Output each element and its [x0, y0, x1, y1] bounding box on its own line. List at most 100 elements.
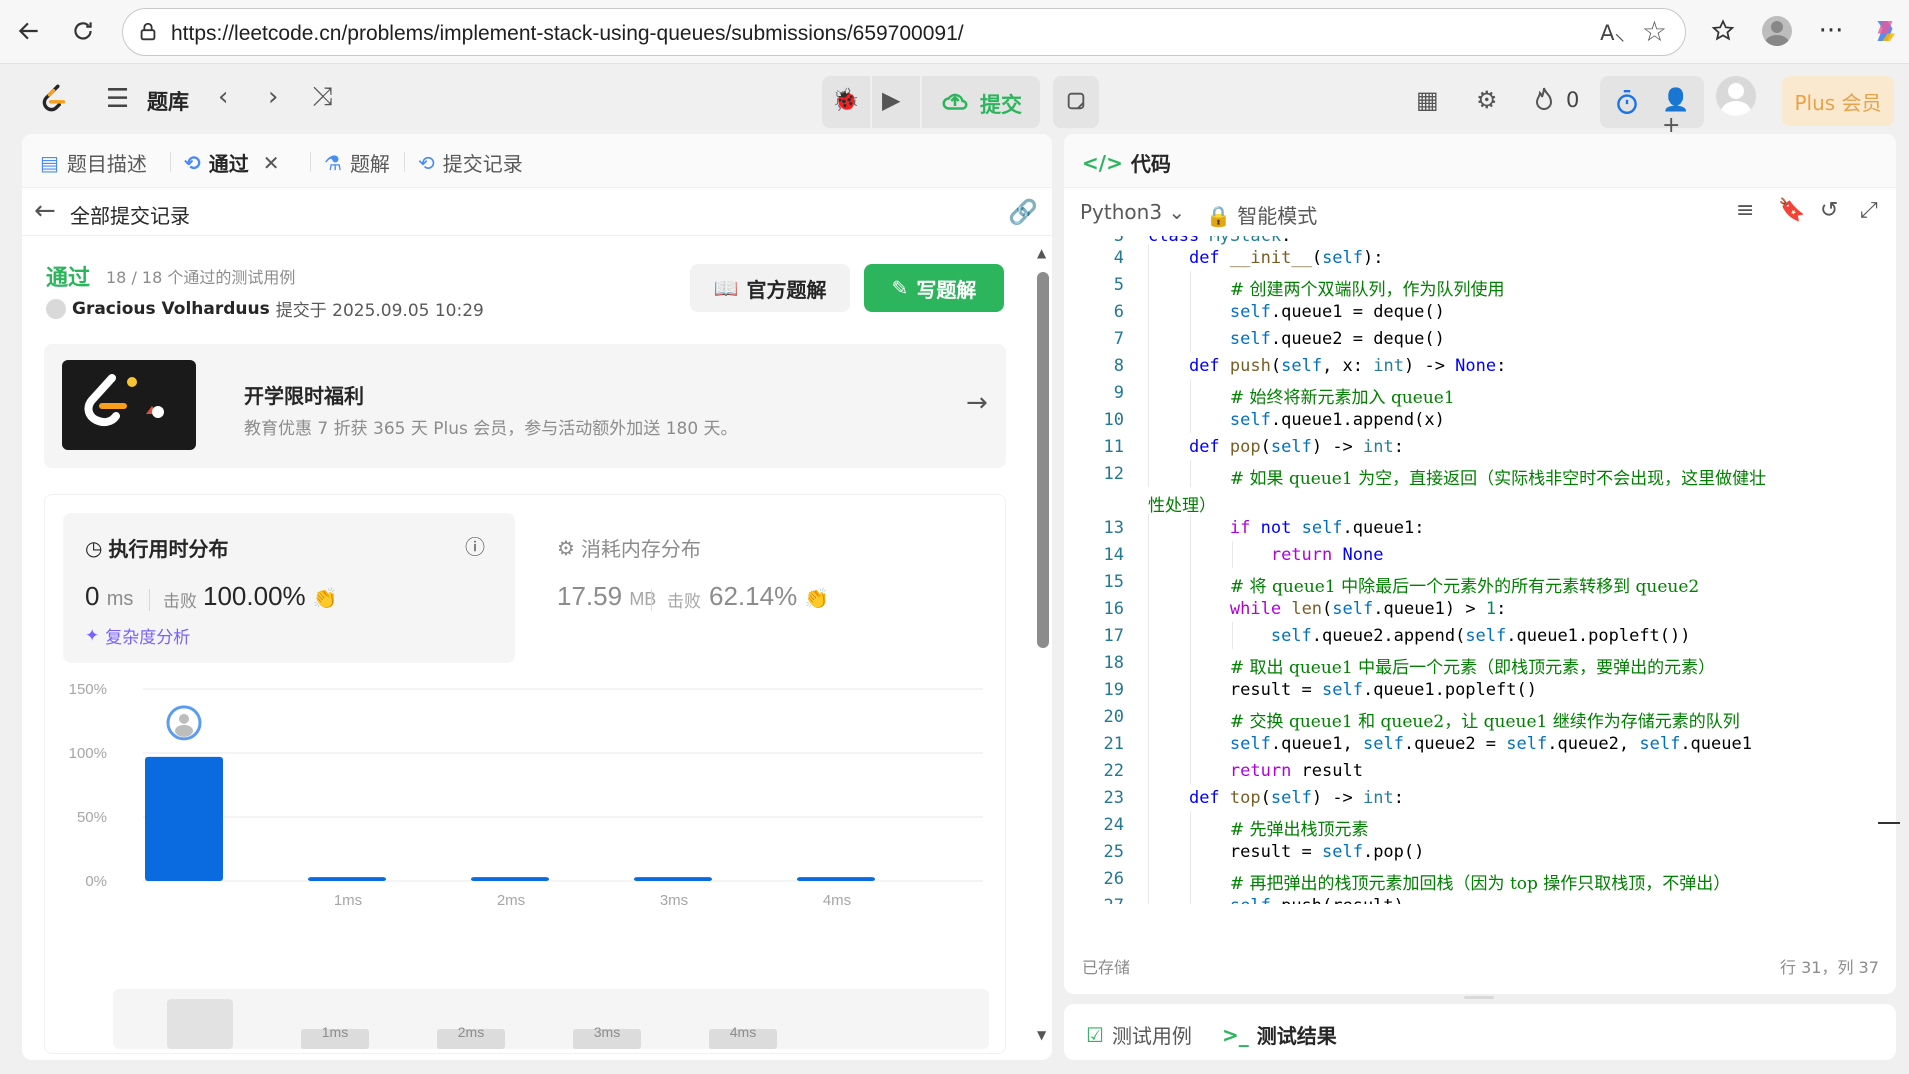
line-number: 5 — [1113, 275, 1124, 295]
bar[interactable] — [308, 877, 386, 881]
favorite-star-icon[interactable]: ☆ — [1642, 15, 1667, 48]
chart-range-selector[interactable]: 1ms 2ms 3ms 4ms — [113, 989, 989, 1049]
line-number: 25 — [1103, 842, 1124, 862]
promo-description: 教育优惠 7 折获 365 天 Plus 会员，参与活动额外加送 180 天。 — [244, 419, 738, 439]
tab-solutions[interactable]: ⚗ 题解 — [324, 148, 390, 177]
collections-icon[interactable] — [1706, 14, 1740, 48]
timer-icon[interactable] — [1614, 88, 1640, 120]
checkbox-icon: ☑ — [1086, 1022, 1104, 1047]
mini-tick-label: 1ms — [322, 1024, 348, 1040]
y-tick-label: 100% — [69, 745, 107, 762]
tab-submissions[interactable]: ⟲ 提交记录 — [418, 148, 523, 177]
avatar-body — [175, 724, 193, 737]
memory-percent: 62.14% 👏 — [709, 581, 830, 611]
prev-problem-icon[interactable]: ‹ — [218, 82, 228, 112]
all-submissions-link[interactable]: 全部提交记录 — [70, 200, 190, 229]
arrow-right-icon[interactable]: → — [966, 388, 988, 418]
book-icon: 📖 — [713, 276, 739, 300]
line-number: 27 — [1064, 896, 1124, 904]
refresh-icon[interactable] — [66, 14, 100, 48]
layout-icon[interactable]: ▦ — [1416, 86, 1439, 114]
line-number: 22 — [1103, 761, 1124, 781]
reset-icon[interactable]: ↺ — [1820, 198, 1838, 223]
lock-icon[interactable] — [137, 21, 159, 47]
add-friend-icon[interactable]: 👤+ — [1662, 88, 1704, 138]
chip-icon: ⚙ — [557, 535, 575, 560]
line-number: 23 — [1103, 788, 1124, 808]
line-number: 21 — [1103, 734, 1124, 754]
left-scrollbar[interactable]: ▲ ▼ — [1034, 246, 1052, 1046]
scroll-up-icon[interactable]: ▲ — [1037, 246, 1046, 260]
runtime-value: 0 ms — [85, 581, 134, 611]
line-number: 6 — [1113, 302, 1124, 322]
close-tab-icon[interactable]: ✕ — [263, 151, 280, 175]
more-icon[interactable]: ··· — [1814, 14, 1848, 48]
next-problem-icon[interactable]: › — [268, 82, 278, 112]
sparkle-icon: ✦ — [85, 625, 100, 646]
code-panel: </> 代码 Python3 ⌄ 🔒 智能模式 ≡ 🔖 ↺ ⤢ 3 class M… — [1064, 134, 1896, 994]
mini-tick-label: 4ms — [730, 1024, 756, 1040]
tab-description[interactable]: ▤ 题目描述 — [40, 148, 147, 177]
random-problem-icon[interactable]: ⤨ — [312, 82, 333, 113]
scroll-down-icon[interactable]: ▼ — [1037, 1028, 1046, 1042]
fullscreen-icon[interactable]: ⤢ — [1860, 198, 1878, 223]
format-icon[interactable]: ≡ — [1736, 198, 1754, 223]
line-number: 13 — [1103, 518, 1124, 538]
problem-list-title[interactable]: 题库 — [147, 86, 189, 116]
panel-resize-handle[interactable] — [1464, 996, 1494, 999]
bar[interactable] — [145, 756, 223, 881]
profile-icon[interactable] — [1760, 14, 1794, 48]
write-solution-button[interactable]: ✎ 写题解 — [864, 264, 1004, 312]
upload-icon[interactable] — [940, 86, 970, 120]
runtime-title: ◷ 执行用时分布 — [85, 535, 229, 562]
memory-value: 17.59 MB — [557, 581, 657, 611]
tab-testcase[interactable]: ☑ 测试用例 — [1086, 1020, 1192, 1049]
code-panel-header: </> 代码 — [1064, 134, 1896, 188]
problem-list-icon[interactable]: ☰ — [106, 84, 129, 114]
plus-member-button[interactable]: Plus 会员 — [1782, 76, 1894, 126]
official-solution-button[interactable]: 📖 官方题解 — [690, 264, 850, 312]
back-arrow-icon[interactable]: ← — [34, 196, 56, 226]
distribution-section: ◷ 执行用时分布 ⓘ 0 ms 击败 100.00% 👏 ✦ 复杂度分析 ⚙ 消… — [44, 494, 1006, 1054]
code-editor[interactable]: 3 class MyStack: 4 def __init__(self): 5 … — [1064, 236, 1896, 904]
settings-gear-icon[interactable]: ⚙ — [1476, 86, 1498, 114]
read-aloud-icon[interactable]: A⸜ — [1600, 19, 1625, 47]
address-bar[interactable]: https://leetcode.cn/problems/implement-s… — [122, 8, 1686, 56]
leetcode-logo-icon[interactable] — [38, 82, 72, 116]
scroll-thumb[interactable] — [1037, 272, 1049, 648]
author-row: Gracious Volharduus 提交于 2025.09.05 10:29 — [46, 296, 484, 321]
run-icon[interactable]: ▶ — [882, 86, 900, 114]
smart-mode-toggle[interactable]: 🔒 智能模式 — [1206, 200, 1317, 229]
tab-accepted[interactable]: ⟲ 通过 ✕ — [184, 148, 280, 177]
document-icon: ▤ — [40, 150, 59, 175]
runtime-card[interactable]: ◷ 执行用时分布 ⓘ 0 ms 击败 100.00% 👏 ✦ 复杂度分析 — [63, 513, 515, 663]
debug-icon[interactable]: 🐞 — [832, 88, 859, 113]
copilot-icon[interactable] — [1868, 14, 1902, 48]
fire-icon[interactable] — [1532, 86, 1556, 118]
bookmark-icon[interactable]: 🔖 — [1778, 198, 1805, 223]
back-icon[interactable] — [12, 14, 46, 48]
bar[interactable] — [634, 877, 712, 881]
user-avatar[interactable] — [1716, 76, 1756, 116]
complexity-analysis-link[interactable]: ✦ 复杂度分析 — [85, 623, 190, 649]
history-icon: ⟲ — [184, 150, 201, 175]
bar[interactable] — [797, 877, 875, 881]
run-submit-group: 🐞 ▶ 提交 — [822, 76, 1040, 128]
x-tick-label: 1ms — [334, 892, 362, 909]
language-select[interactable]: Python3 ⌄ — [1080, 200, 1185, 224]
share-link-icon[interactable]: 🔗 — [1008, 198, 1038, 226]
submission-panel: ▤ 题目描述 ⟲ 通过 ✕ ⚗ 题解 ⟲ 提交记录 ← 全部提交记录 🔗 通过 … — [22, 134, 1052, 1060]
line-number: 9 — [1113, 383, 1124, 403]
line-number: 11 — [1103, 437, 1124, 457]
note-button[interactable] — [1053, 76, 1099, 128]
submit-button[interactable]: 提交 — [980, 89, 1022, 119]
line-number: 7 — [1113, 329, 1124, 349]
author-name[interactable]: Gracious Volharduus — [72, 299, 270, 319]
bar[interactable] — [471, 877, 549, 881]
tab-test-result[interactable]: >_ 测试结果 — [1222, 1020, 1337, 1049]
info-icon[interactable]: ⓘ — [465, 531, 485, 560]
y-tick-label: 50% — [77, 809, 107, 826]
history-icon: ⟲ — [418, 150, 435, 175]
promo-banner[interactable]: 开学限时福利 教育优惠 7 折获 365 天 Plus 会员，参与活动额外加送 … — [44, 344, 1006, 468]
memory-title: ⚙ 消耗内存分布 — [557, 535, 701, 562]
